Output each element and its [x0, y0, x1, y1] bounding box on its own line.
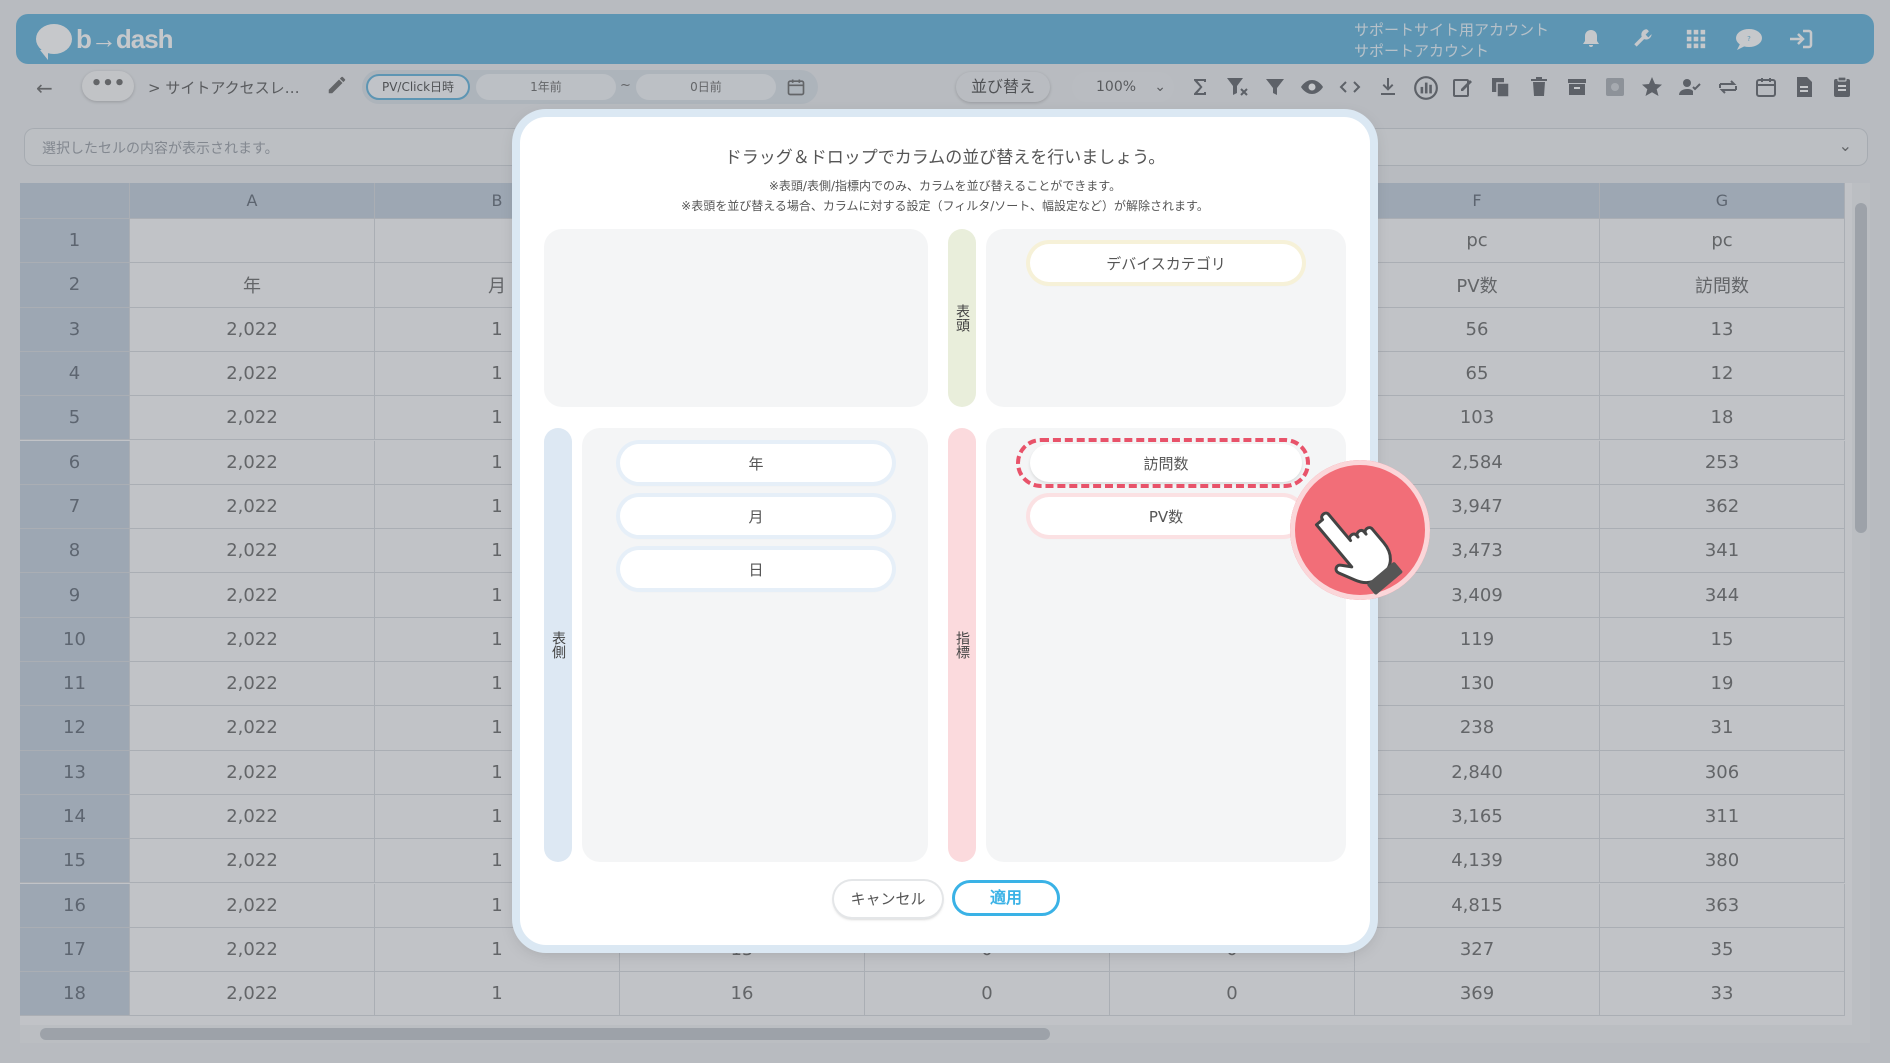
column-sort-dialog: ドラッグ＆ドロップでカラムの並び替えを行いましょう。 ※表頭/表側/指標内でのみ…	[520, 117, 1370, 945]
side-panel[interactable]: 年 月 日	[582, 428, 928, 862]
side-chip-year[interactable]: 年	[620, 444, 892, 482]
hand-pointer-icon	[1290, 460, 1430, 600]
dialog-title: ドラッグ＆ドロップでカラムの並び替えを行いましょう。	[724, 148, 1166, 168]
apply-button[interactable]: 適用	[952, 880, 1060, 916]
metric-chip-pv[interactable]: PV数	[1030, 497, 1302, 535]
dialog-note-2: ※表頭を並び替える場合、カラムに対する設定（フィルタ/ソート、幅設定など）が解除…	[681, 199, 1209, 213]
side-chip-day[interactable]: 日	[620, 550, 892, 588]
metric-label: 指標	[948, 428, 976, 862]
header-panel[interactable]: デバイスカテゴリ	[986, 229, 1346, 407]
side-label: 表側	[544, 428, 572, 862]
header-chip-device-category[interactable]: デバイスカテゴリ	[1030, 244, 1302, 282]
dialog-note-1: ※表頭/表側/指標内でのみ、カラムを並び替えることができます。	[768, 179, 1122, 193]
header-label: 表頭	[948, 229, 976, 407]
side-chip-month[interactable]: 月	[620, 497, 892, 535]
empty-panel	[544, 229, 928, 407]
cancel-button[interactable]: キャンセル	[834, 881, 942, 917]
drag-highlight	[1016, 438, 1310, 488]
